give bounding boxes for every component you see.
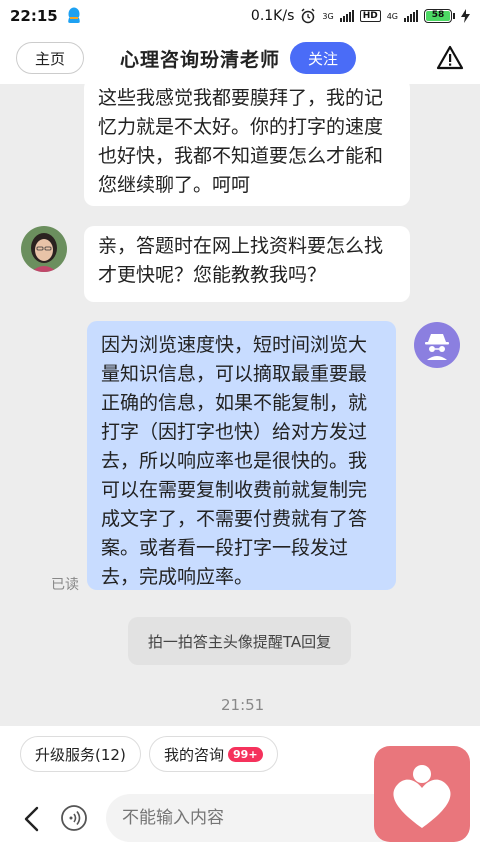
signal-icon [339,10,354,22]
alarm-icon [301,8,315,24]
message-input[interactable] [106,794,406,842]
battery-icon: 58 [424,9,455,23]
net-type-3g: 3G [322,11,334,21]
teacher-photo [21,226,67,272]
home-button[interactable]: 主页 [16,42,84,74]
net-type-4g: 4G [386,11,398,21]
charging-icon [461,9,470,23]
qq-icon [67,7,80,23]
page-title: 心理咨询玢清老师 [120,48,281,71]
status-bar: 22:15 0.1K/s 3G HD 4G 58 [0,0,480,32]
heart-icon [393,765,451,828]
message-text: 亲，答题时在网上找资料要怎么找才更快呢？您能教教我吗？ [98,235,384,286]
follow-button[interactable]: 关注 [290,42,357,74]
my-consult-chip[interactable]: 我的咨询 99+ [149,736,278,772]
upgrade-service-label: 升级服务(12) [35,745,126,764]
avatar-teacher[interactable] [21,226,67,272]
message-bubble-right: 因为浏览速度快，短时间浏览大量知识信息，可以摘取最重要最正确的信息，如果不能复制… [87,321,396,590]
status-time: 22:15 [10,7,58,25]
chat-area[interactable]: 这些我感觉我都要膜拜了，我的记忆力就是不太好。你的打字的速度也好快，我都不知道要… [0,84,480,726]
network-speed: 0.1K/s [250,8,295,24]
warning-icon[interactable] [436,44,464,72]
upgrade-service-chip[interactable]: 升级服务(12) [20,736,141,772]
message-text: 这些我感觉我都要膜拜了，我的记忆力就是不太好。你的打字的速度也好快，我都不知道要… [98,87,384,196]
my-consult-label: 我的咨询 [164,745,225,764]
message-bubble-left: 亲，答题时在网上找资料要怎么找才更快呢？您能教教我吗？ [84,226,410,302]
nudge-hint[interactable]: 拍一拍答主头像提醒TA回复 [128,617,351,665]
battery-level: 58 [426,11,450,21]
incognito-icon [425,334,449,360]
hd-icon: HD [359,10,381,22]
timestamp: 21:51 [221,696,265,714]
read-status: 已读 [51,577,79,593]
signal-icon-2 [404,10,418,22]
consult-badge: 99+ [228,746,263,762]
back-arrow-icon[interactable] [20,804,44,834]
floating-heart-button[interactable] [374,746,470,842]
message-bubble-left: 这些我感觉我都要膜拜了，我的记忆力就是不太好。你的打字的速度也好快，我都不知道要… [84,84,410,206]
avatar-user[interactable] [414,322,460,368]
message-text: 因为浏览速度快，短时间浏览大量知识信息，可以摘取最重要最正确的信息，如果不能复制… [101,334,368,588]
voice-icon[interactable] [60,804,88,832]
header: 主页 心理咨询玢清老师 关注 [0,32,480,84]
